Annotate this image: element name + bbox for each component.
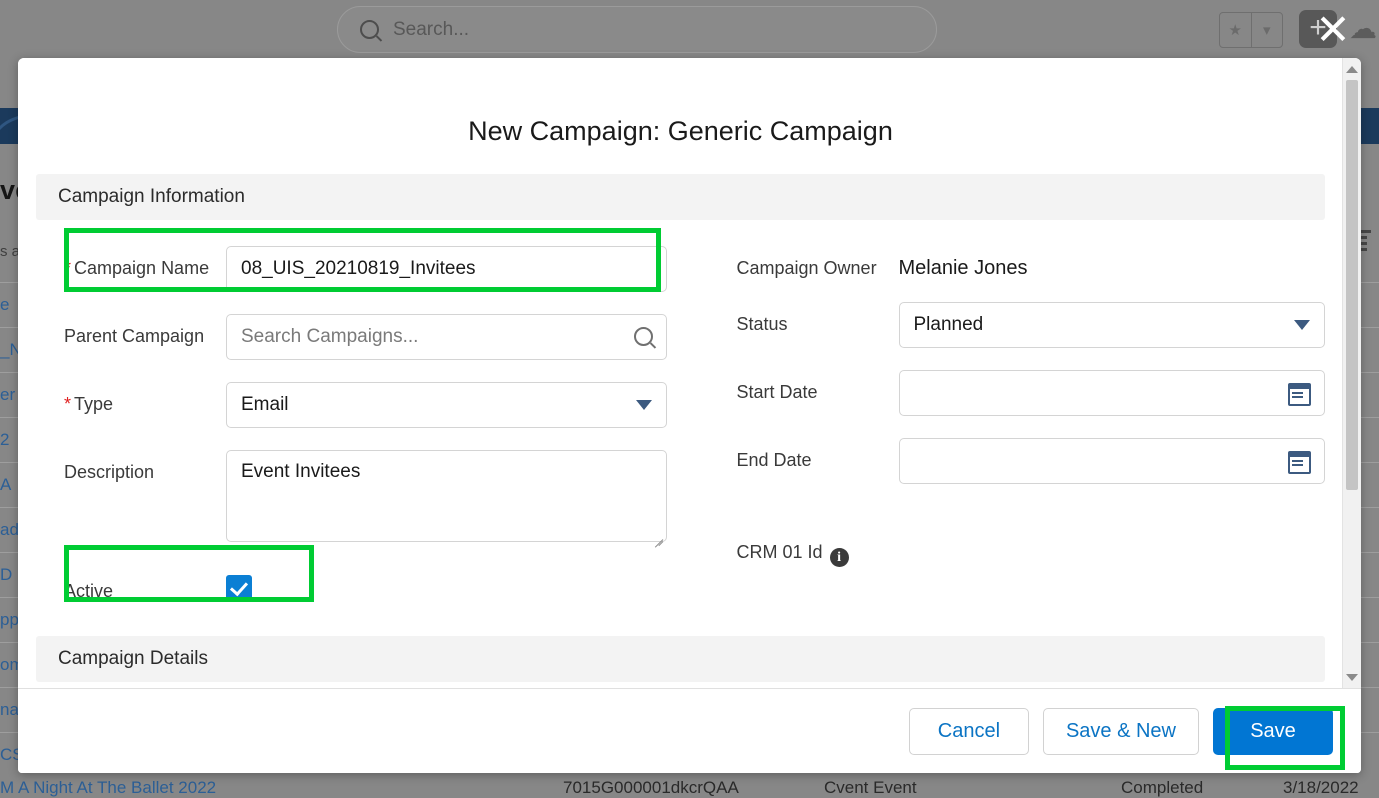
global-search-placeholder: Search... xyxy=(393,18,470,40)
cancel-button[interactable]: Cancel xyxy=(908,707,1029,755)
table-cell-type: Cvent Event xyxy=(824,778,917,797)
field-end-date: End Date xyxy=(709,438,1325,484)
table-cell-status: Completed xyxy=(1121,778,1204,797)
control-campaign-name xyxy=(226,246,667,292)
field-label-campaign-name: * Campaign Name xyxy=(36,246,226,279)
label-text: Campaign Name xyxy=(74,258,210,278)
table-cell: A xyxy=(0,475,12,494)
section-header-campaign-details: Campaign Details xyxy=(36,636,1325,682)
search-icon[interactable] xyxy=(633,327,653,346)
field-status: Status Planned xyxy=(709,302,1325,348)
close-icon[interactable]: ✕ xyxy=(1311,8,1355,52)
modal-title: New Campaign: Generic Campaign xyxy=(468,116,893,146)
status-select[interactable]: Planned xyxy=(898,302,1325,348)
control-description xyxy=(226,450,667,547)
calendar-icon[interactable] xyxy=(1288,451,1311,474)
save-new-button[interactable]: Save & New xyxy=(1042,707,1199,755)
campaign-owner-value: Melanie Jones xyxy=(898,257,1028,279)
required-asterisk: * xyxy=(64,394,72,414)
label-text: Start Date xyxy=(736,382,818,402)
field-active: Active xyxy=(36,569,667,606)
table-cell: e xyxy=(0,295,10,314)
calendar-icon[interactable] xyxy=(1288,383,1311,406)
table-cell: na xyxy=(0,700,19,719)
save-button[interactable]: Save xyxy=(1213,707,1333,755)
screen-root: Search... ★ ▾ + ☁ ve s a e _N er 2 A ad … xyxy=(0,0,1379,798)
scroll-up-arrow-icon[interactable] xyxy=(1343,60,1361,78)
field-label-status: Status xyxy=(709,302,899,335)
table-cell: ad xyxy=(0,520,19,539)
type-select[interactable]: Email xyxy=(226,382,667,428)
field-campaign-name: * Campaign Name xyxy=(36,246,667,292)
field-label-active: Active xyxy=(36,569,226,602)
start-date-input[interactable] xyxy=(898,370,1325,416)
label-text: Parent Campaign xyxy=(64,326,205,346)
chevron-down-icon xyxy=(1294,320,1310,330)
table-cell: 2 xyxy=(0,430,10,449)
status-select-value: Planned xyxy=(913,314,984,335)
table-cell: er xyxy=(0,385,16,404)
background-subtitle: s a xyxy=(0,243,21,260)
field-label-crm-01-id: CRM 01 Id i xyxy=(709,542,849,567)
control-start-date xyxy=(898,370,1325,416)
label-text: Description xyxy=(64,462,155,482)
campaign-name-input[interactable] xyxy=(226,246,667,292)
app-header: Search... ★ ▾ + ☁ xyxy=(0,0,1379,58)
table-cell-name: M A Night At The Ballet 2022 xyxy=(0,778,217,797)
modal-scrollbar[interactable] xyxy=(1342,58,1361,688)
field-campaign-owner: Campaign Owner Melanie Jones xyxy=(709,246,1326,280)
search-icon xyxy=(360,20,379,39)
table-cell-date: 3/18/2022 xyxy=(1283,778,1359,797)
form-grid: *Campaign Name Parent Campaign xyxy=(18,224,1343,606)
field-label-end-date: End Date xyxy=(709,438,899,471)
description-textarea[interactable] xyxy=(226,450,667,542)
control-campaign-owner: Melanie Jones xyxy=(899,246,1326,280)
field-start-date: Start Date xyxy=(709,370,1325,416)
label-text: Status xyxy=(736,314,788,334)
label-text: CRM 01 Id xyxy=(736,542,823,562)
control-parent-campaign xyxy=(226,314,667,360)
required-asterisk: * xyxy=(64,258,72,278)
label-text: End Date xyxy=(736,450,812,470)
modal-footer: Cancel Save & New Save xyxy=(18,688,1361,773)
new-campaign-modal: New Campaign: Generic Campaign Campaign … xyxy=(18,58,1361,773)
global-search-box[interactable]: Search... xyxy=(337,6,937,53)
control-end-date xyxy=(898,438,1325,484)
control-active xyxy=(226,569,667,606)
table-row[interactable]: M A Night At The Ballet 2022 7015G000001… xyxy=(0,778,1379,798)
label-text: Campaign Owner xyxy=(736,258,877,278)
info-icon[interactable]: i xyxy=(829,548,849,567)
field-label-start-date: Start Date xyxy=(709,370,899,403)
section-header-campaign-information: Campaign Information xyxy=(36,174,1325,220)
table-cell: D xyxy=(0,565,13,584)
active-checkbox[interactable] xyxy=(226,575,252,601)
field-parent-campaign: Parent Campaign xyxy=(36,314,667,360)
field-label-parent-campaign: Parent Campaign xyxy=(36,314,226,347)
parent-campaign-input[interactable] xyxy=(226,314,667,360)
control-status: Planned xyxy=(898,302,1325,348)
form-column-left: *Campaign Name Parent Campaign xyxy=(36,224,681,606)
form-column-right: Campaign Owner Melanie Jones Status Plan xyxy=(681,224,1326,606)
label-text: Active xyxy=(64,581,114,601)
table-cell: pp xyxy=(0,610,19,629)
favorites-button-group[interactable]: ★ ▾ xyxy=(1219,12,1283,48)
control-type: Email xyxy=(226,382,667,428)
chevron-down-icon xyxy=(635,400,652,410)
field-label-campaign-owner: Campaign Owner xyxy=(709,246,899,279)
type-select-value: Email xyxy=(241,394,289,415)
label-text: Type xyxy=(74,394,114,414)
end-date-input[interactable] xyxy=(898,438,1325,484)
field-label-type: * Type xyxy=(36,382,226,415)
modal-body: New Campaign: Generic Campaign Campaign … xyxy=(18,58,1343,688)
scrollbar-thumb[interactable] xyxy=(1346,80,1358,490)
star-icon[interactable]: ★ xyxy=(1220,13,1251,47)
table-cell-id: 7015G000001dkcrQAA xyxy=(563,778,739,797)
field-description: Description xyxy=(36,450,667,547)
field-label-description: Description xyxy=(36,450,226,483)
field-crm-01-id: CRM 01 Id i xyxy=(709,542,1326,567)
field-type: * Type Email xyxy=(36,382,667,428)
chevron-down-icon[interactable]: ▾ xyxy=(1250,13,1283,47)
scroll-down-arrow-icon[interactable] xyxy=(1343,668,1361,686)
